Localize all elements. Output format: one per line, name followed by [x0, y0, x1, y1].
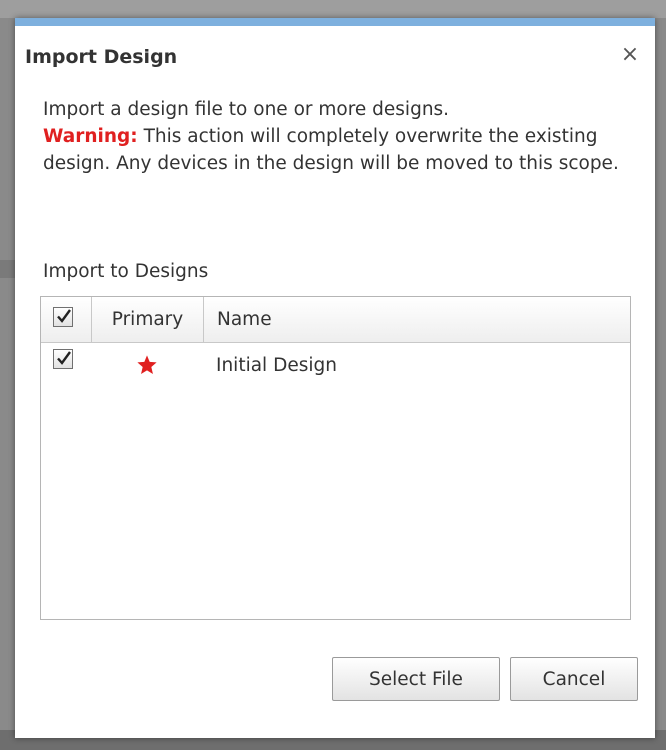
grid-header: Primary Name — [41, 297, 630, 343]
section-label: Import to Designs — [43, 261, 209, 282]
close-icon[interactable]: × — [619, 44, 641, 66]
row-checkbox[interactable] — [53, 349, 73, 369]
select-file-button[interactable]: Select File — [332, 657, 500, 701]
checkmark-icon — [57, 309, 71, 323]
row-primary-cell — [91, 343, 203, 387]
cancel-button[interactable]: Cancel — [510, 657, 638, 701]
message-intro: Import a design file to one or more desi… — [43, 99, 450, 120]
designs-grid: Primary Name Initial Design — [40, 296, 631, 620]
column-header-name[interactable]: Name — [204, 297, 630, 342]
dialog-message: Import a design file to one or more desi… — [43, 96, 633, 177]
background-strip — [0, 260, 15, 278]
dialog-title: Import Design — [25, 46, 178, 68]
table-row[interactable]: Initial Design — [41, 343, 630, 387]
checkmark-icon — [57, 351, 71, 365]
import-design-dialog: Import Design × Import a design file to … — [15, 18, 655, 738]
warning-label: Warning: — [43, 126, 138, 147]
row-check-cell — [41, 343, 91, 387]
background-strip — [0, 0, 666, 18]
column-header-primary[interactable]: Primary — [92, 297, 204, 342]
star-icon — [137, 355, 157, 374]
select-all-checkbox[interactable] — [53, 307, 73, 327]
row-name-cell: Initial Design — [216, 354, 337, 376]
dialog-titlebar: Import Design × — [15, 26, 655, 88]
header-select-all-cell — [41, 297, 92, 342]
